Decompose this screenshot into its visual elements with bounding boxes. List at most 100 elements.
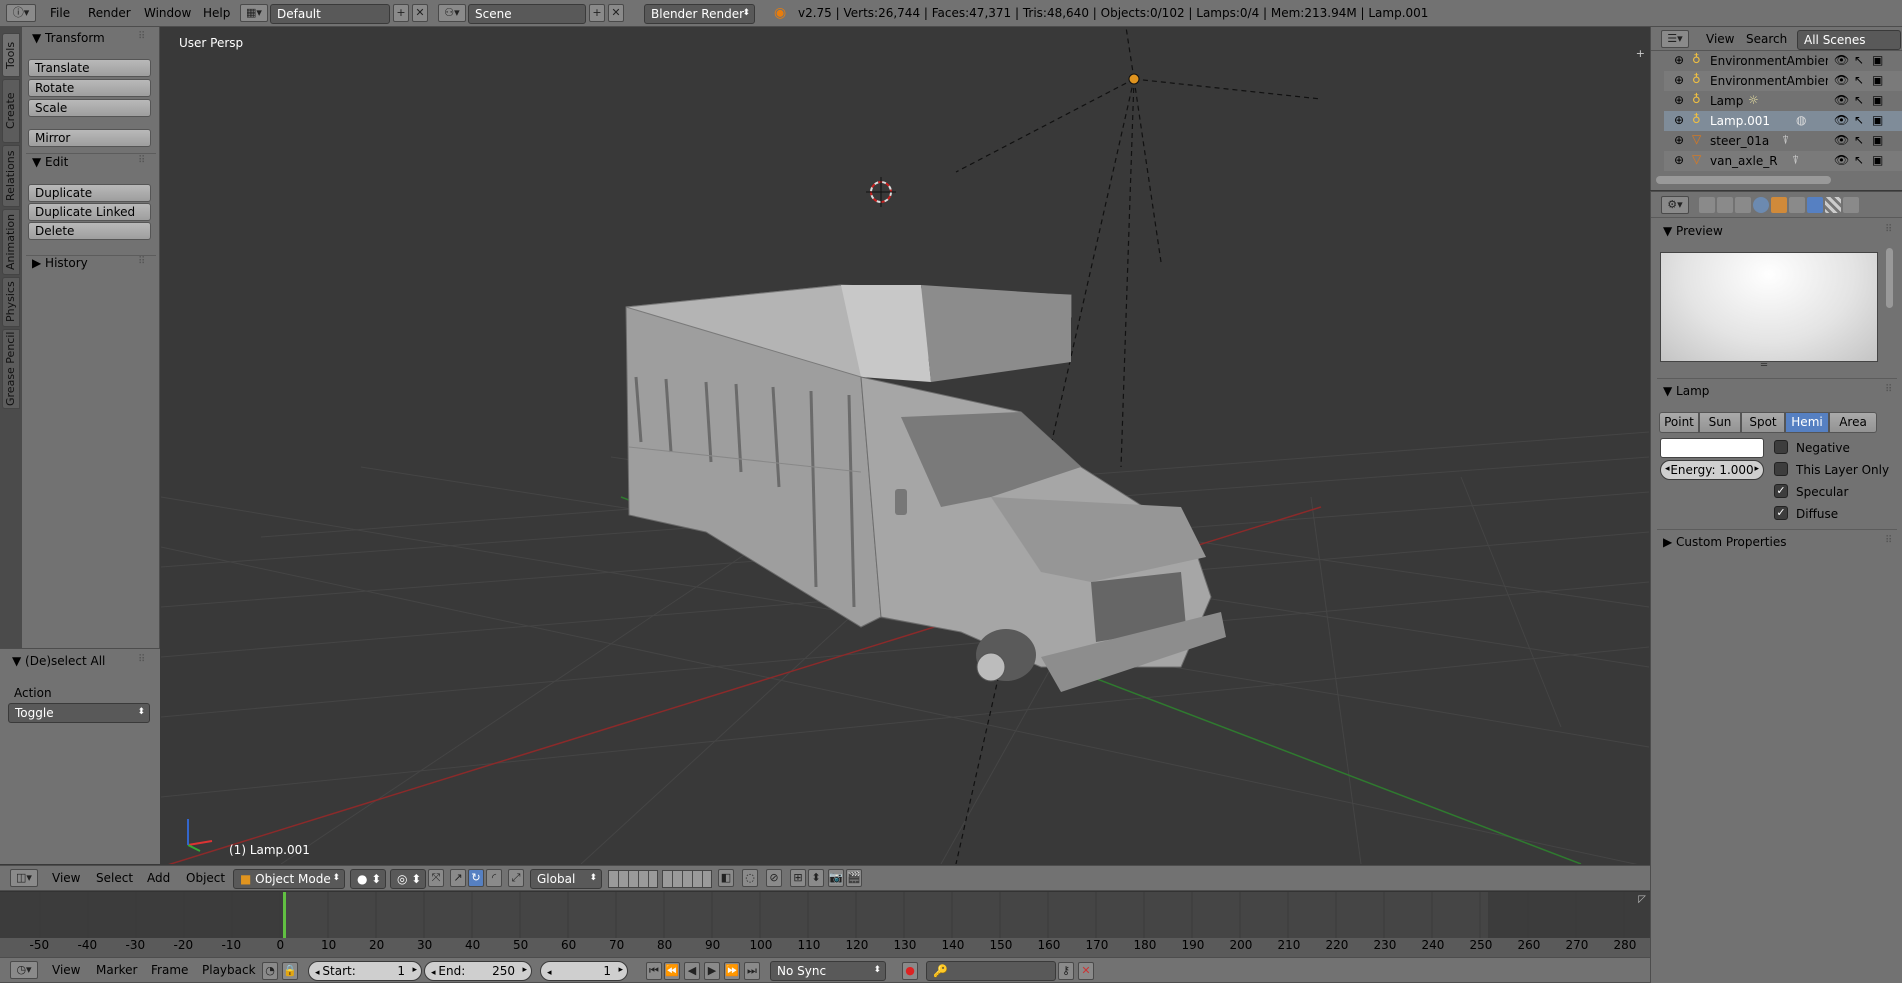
render-animation-icon[interactable]: 🎬 [846, 869, 862, 887]
world-tab-icon[interactable] [1753, 197, 1769, 213]
physics-tab-icon[interactable] [1843, 197, 1859, 213]
scene-tab-icon[interactable] [1735, 197, 1751, 213]
translate-button[interactable]: Translate [28, 59, 151, 77]
timeline-menu-frame[interactable]: Frame [151, 963, 188, 977]
scene-name-field[interactable]: Scene [468, 4, 586, 24]
jump-to-end-icon[interactable]: ⏭ [744, 962, 760, 980]
panel-grip-icon[interactable]: ⠿ [138, 256, 145, 267]
history-panel-header[interactable]: ▶ History [32, 256, 88, 270]
render-camera-icon[interactable]: ▣ [1872, 93, 1883, 107]
visibility-eye-icon[interactable]: 👁 [1834, 93, 1849, 107]
render-camera-icon[interactable]: ▣ [1872, 73, 1883, 87]
3d-menu-object[interactable]: Object [186, 871, 225, 885]
transform-orientation-select[interactable]: Global ⬍ [530, 869, 602, 889]
lamp-type-hemi[interactable]: Hemi [1785, 412, 1829, 433]
proportional-falloff-icon[interactable]: ⊘ [766, 869, 782, 887]
transform-panel-header[interactable]: ▼ Transform [32, 31, 105, 45]
record-icon[interactable]: ● [902, 962, 918, 980]
action-select[interactable]: Toggle ⬍ [8, 703, 150, 723]
outliner-row[interactable]: ⊕ ♁ EnvironmentAmbientLi 👁 ↖ ▣ [1664, 71, 1902, 91]
duplicate-linked-button[interactable]: Duplicate Linked [28, 203, 151, 221]
info-editor-icon[interactable]: ⓘ▾ [6, 4, 36, 22]
3d-menu-add[interactable]: Add [147, 871, 170, 885]
add-layout-icon[interactable]: + [393, 4, 409, 22]
custom-properties-panel-header[interactable]: ▶ Custom Properties [1663, 535, 1786, 549]
tab-physics[interactable]: Physics [2, 277, 20, 327]
render-layers-tab-icon[interactable] [1717, 197, 1733, 213]
start-frame-field[interactable]: ◂ Start: 1 ▸ [308, 961, 422, 981]
add-scene-icon[interactable]: + [589, 4, 605, 22]
outliner-row[interactable]: ⊕ ▽ van_axle_R ⍒ 👁 ↖ ▣ [1664, 151, 1902, 171]
delete-button[interactable]: Delete [28, 222, 151, 240]
edit-panel-header[interactable]: ▼ Edit [32, 155, 68, 169]
menu-help[interactable]: Help [203, 6, 230, 20]
select-arrow-icon[interactable]: ↖ [1854, 133, 1864, 147]
render-tab-icon[interactable] [1699, 197, 1715, 213]
panel-grip-icon[interactable]: ⠿ [138, 654, 145, 665]
mode-select[interactable]: ■ Object Mode ⬍ [233, 869, 345, 889]
lamp-type-sun[interactable]: Sun [1699, 412, 1741, 433]
screen-layout-icon[interactable]: ▦▾ [240, 4, 268, 22]
tab-grease-pencil[interactable]: Grease Pencil [2, 329, 20, 409]
mirror-button[interactable]: Mirror [28, 129, 151, 147]
3d-menu-view[interactable]: View [52, 871, 80, 885]
energy-color-swatch[interactable] [1660, 438, 1764, 458]
manipulator-toggle-icon[interactable]: ⤧ [428, 869, 444, 887]
menu-window[interactable]: Window [144, 6, 191, 20]
panel-grip-icon[interactable]: ⠿ [1885, 384, 1892, 395]
visibility-eye-icon[interactable]: 👁 [1834, 113, 1849, 127]
panel-grip-icon[interactable]: ⠿ [1885, 224, 1892, 235]
corner-resize-icon[interactable]: ◸ [1638, 894, 1646, 905]
select-arrow-icon[interactable]: ↖ [1854, 153, 1864, 167]
increment-arrow-icon[interactable]: ▸ [522, 963, 527, 978]
outliner-menu-view[interactable]: View [1706, 32, 1734, 46]
expand-icon[interactable]: ⊕ [1674, 73, 1684, 87]
select-arrow-icon[interactable]: ↖ [1854, 73, 1864, 87]
outliner-row[interactable]: ⊕ ♁ EnvironmentAmbientLi 👁 ↖ ▣ [1664, 51, 1902, 71]
visibility-eye-icon[interactable]: 👁 [1834, 73, 1849, 87]
constraints-tab-icon[interactable] [1789, 197, 1805, 213]
outliner-scope-select[interactable]: All Scenes [1797, 30, 1901, 50]
snap-icon[interactable]: ⊞ [790, 869, 806, 887]
render-camera-icon[interactable]: ▣ [1872, 153, 1883, 167]
texture-tab-icon[interactable] [1825, 197, 1841, 213]
decrement-arrow-icon[interactable]: ◂ [547, 968, 552, 978]
manipulator-translate-icon[interactable]: ↗ [450, 869, 466, 887]
properties-scrollbar[interactable] [1886, 248, 1893, 308]
outliner-row[interactable]: ⊕ ♁ Lamp ☼ 👁 ↖ ▣ [1664, 91, 1902, 111]
timeline-editor-icon[interactable]: ◷▾ [10, 961, 38, 979]
panel-grip-icon[interactable]: ⠿ [138, 155, 145, 166]
expand-icon[interactable]: ⊕ [1674, 53, 1684, 67]
diffuse-checkbox[interactable]: ✓ [1774, 506, 1788, 520]
jump-to-start-icon[interactable]: ⏮ [646, 962, 662, 980]
manipulator-rotate-icon[interactable]: ↻ [468, 869, 484, 887]
increment-arrow-icon[interactable]: ▸ [618, 963, 623, 978]
layout-name-field[interactable]: Default [270, 4, 390, 24]
render-engine-select[interactable]: Blender Render ⬍ [644, 4, 755, 24]
sync-mode-select[interactable]: No Sync ⬍ [770, 961, 886, 981]
visibility-eye-icon[interactable]: 👁 [1834, 53, 1849, 67]
outliner-row-selected[interactable]: ⊕ ♁ Lamp.001 ◍ 👁 ↖ ▣ [1664, 111, 1902, 131]
delete-keyframe-icon[interactable]: ✕ [1078, 962, 1094, 980]
energy-field[interactable]: ◂ Energy: 1.000 ▸ [1660, 460, 1764, 480]
visibility-eye-icon[interactable]: 👁 [1834, 153, 1849, 167]
select-arrow-icon[interactable]: ↖ [1854, 113, 1864, 127]
lock-time-icon[interactable]: 🔒 [282, 962, 298, 980]
object-data-lamp-tab-icon[interactable] [1807, 197, 1823, 213]
scale-button[interactable]: Scale [28, 99, 151, 117]
outliner-row[interactable]: ⊕ ▽ steer_01a ⍒ 👁 ↖ ▣ [1664, 131, 1902, 151]
end-frame-field[interactable]: ◂ End: 250 ▸ [424, 961, 532, 981]
expand-icon[interactable]: ⊕ [1674, 93, 1684, 107]
expand-icon[interactable]: ⊕ [1674, 153, 1684, 167]
lock-layers-icon[interactable]: ◧ [718, 869, 734, 887]
decrement-arrow-icon[interactable]: ◂ [1665, 462, 1670, 477]
visibility-eye-icon[interactable]: 👁 [1834, 133, 1849, 147]
3d-viewport[interactable]: User Persp + (1) Lamp.001 [161, 27, 1649, 864]
lamp-type-spot[interactable]: Spot [1741, 412, 1785, 433]
specular-checkbox[interactable]: ✓ [1774, 484, 1788, 498]
scene-layers-grid-a[interactable] [608, 870, 658, 888]
add-region-icon[interactable]: + [1636, 47, 1645, 60]
timeline-menu-playback[interactable]: Playback [202, 963, 256, 977]
preview-panel-header[interactable]: ▼ Preview [1663, 224, 1723, 238]
play-reverse-icon[interactable]: ◀ [684, 962, 700, 980]
